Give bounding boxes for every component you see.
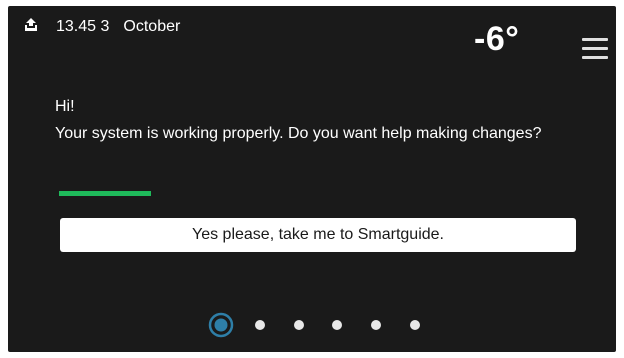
page-dot-2[interactable] — [255, 320, 265, 330]
hamburger-menu-icon — [582, 56, 608, 59]
greeting-text: Hi! — [55, 98, 75, 115]
upload-arrow-icon — [25, 18, 37, 31]
status-message: Your system is working properly. Do you … — [55, 125, 542, 142]
accent-bar — [59, 191, 151, 196]
page-dot-4[interactable] — [332, 320, 342, 330]
time-text: 13.45 — [56, 18, 97, 35]
date-time: 13.45 3 October — [56, 18, 180, 36]
page-dot-3[interactable] — [294, 320, 304, 330]
day-text: 3 — [100, 18, 110, 35]
page-dot-5[interactable] — [371, 320, 381, 330]
display-screen: 13.45 3 October -6° Hi! Your system is wo… — [8, 6, 616, 352]
menu-button[interactable] — [582, 38, 610, 64]
page-dot-1[interactable] — [208, 312, 234, 338]
hamburger-menu-icon — [582, 38, 608, 41]
active-page-dot-icon — [208, 312, 234, 338]
page-indicator — [208, 310, 438, 338]
month-text: October — [123, 18, 181, 35]
hamburger-menu-icon — [582, 47, 608, 50]
outdoor-temperature: -6° — [474, 20, 520, 58]
page-dot-6[interactable] — [410, 320, 420, 330]
smartguide-button[interactable]: Yes please, take me to Smartguide. — [60, 218, 576, 252]
